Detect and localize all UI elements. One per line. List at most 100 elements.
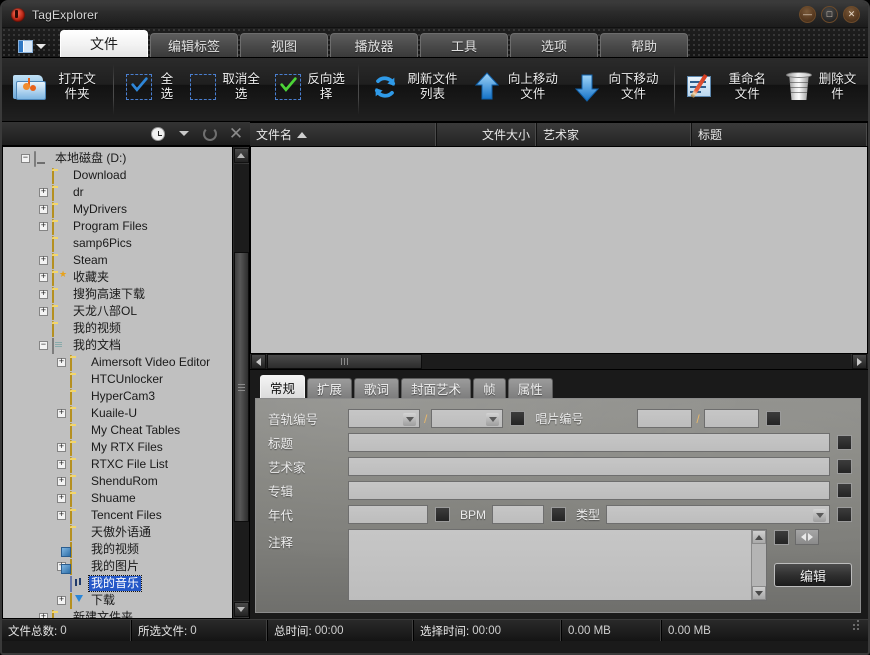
delete-file-button[interactable]: 删除文件 [779, 58, 864, 116]
artist-checkbox[interactable] [837, 459, 852, 474]
tree-expander-plus-icon[interactable]: + [39, 256, 48, 265]
tree-node[interactable]: 天傲外语通 [3, 524, 232, 541]
history-button[interactable] [148, 125, 168, 143]
edit-button[interactable]: 编辑 [774, 563, 852, 587]
hscroll-track[interactable] [267, 354, 851, 369]
tree-node[interactable]: + Tencent Files [3, 507, 232, 524]
title-checkbox[interactable] [837, 435, 852, 450]
tree-node[interactable]: 我的视频 [3, 541, 232, 558]
column-header-filename[interactable]: 文件名 [250, 123, 437, 146]
invert-selection-button[interactable]: 反向选择 [268, 58, 353, 116]
bpm-checkbox[interactable] [551, 507, 567, 522]
tree-node[interactable]: 我的视频 [3, 320, 232, 337]
close-button[interactable]: ✕ [843, 6, 860, 23]
hscroll-thumb[interactable] [267, 354, 422, 369]
move-file-down-button[interactable]: 向下移动文件 [568, 58, 669, 116]
tree-node[interactable]: HyperCam3 [3, 388, 232, 405]
tree-node[interactable]: HTCUnlocker [3, 371, 232, 388]
tree-expander-plus-icon[interactable]: + [57, 494, 66, 503]
comment-scroll-up[interactable] [752, 530, 766, 544]
scroll-thumb[interactable] [233, 252, 249, 522]
rename-file-button[interactable]: 重命名文件 [680, 58, 779, 116]
file-list-body[interactable] [250, 147, 868, 353]
scroll-down-button[interactable] [233, 602, 249, 617]
tab-help[interactable]: 帮助 [600, 33, 688, 57]
app-menu-button[interactable] [10, 35, 54, 57]
tree-expander-plus-icon[interactable]: + [57, 596, 66, 605]
tree-node[interactable]: My Cheat Tables [3, 422, 232, 439]
genre-checkbox[interactable] [837, 507, 852, 522]
tree-node[interactable]: samp6Pics [3, 235, 232, 252]
resize-grip-icon[interactable] [848, 628, 862, 633]
tree-expander-plus-icon[interactable]: + [39, 188, 48, 197]
tree-expander-plus-icon[interactable]: + [39, 290, 48, 299]
tree-expander-minus-icon[interactable]: − [39, 341, 48, 350]
chevron-down-icon[interactable] [486, 413, 500, 426]
scroll-track[interactable] [233, 164, 249, 601]
disc-number-checkbox[interactable] [765, 411, 781, 426]
tree-close-button[interactable]: ✕ [226, 125, 246, 143]
tree-expander-minus-icon[interactable]: − [21, 154, 30, 163]
tree-expander-plus-icon[interactable]: + [39, 307, 48, 316]
tab-view[interactable]: 视图 [240, 33, 328, 57]
tree-expander-plus-icon[interactable]: + [57, 477, 66, 486]
tree-node[interactable]: + Kuaile-U [3, 405, 232, 422]
deselect-all-button[interactable]: 取消全选 [183, 58, 268, 116]
chevron-down-icon[interactable] [403, 413, 416, 426]
tree-node[interactable]: + 天龙八部OL [3, 303, 232, 320]
tag-tab-lyrics[interactable]: 歌词 [354, 378, 400, 398]
bpm-input[interactable] [492, 505, 545, 524]
chevron-down-icon[interactable] [813, 509, 826, 522]
tag-tab-general[interactable]: 常规 [260, 375, 306, 398]
tree-expander-plus-icon[interactable]: + [57, 443, 66, 452]
tree-node[interactable]: Download [3, 167, 232, 184]
year-checkbox[interactable] [435, 507, 450, 522]
comment-scrollbar[interactable] [751, 530, 766, 600]
tab-tools[interactable]: 工具 [420, 33, 508, 57]
tab-edit-tags[interactable]: 编辑标签 [150, 33, 238, 57]
disc-total-input[interactable] [703, 409, 759, 428]
tree-expander-plus-icon[interactable]: + [39, 205, 48, 214]
genre-combo[interactable] [606, 505, 830, 524]
tree-expander-plus-icon[interactable]: + [57, 358, 66, 367]
open-folder-button[interactable]: 打开文件夹 [6, 58, 108, 116]
tag-tab-extended[interactable]: 扩展 [307, 378, 353, 398]
tree-expander-plus-icon[interactable]: + [39, 222, 48, 231]
file-list-horizontal-scrollbar[interactable] [250, 353, 868, 370]
tree-expander-plus-icon[interactable]: + [57, 460, 66, 469]
tree-node[interactable]: + My RTX Files [3, 439, 232, 456]
column-header-artist[interactable]: 艺术家 [537, 123, 692, 146]
tag-tab-cover-art[interactable]: 封面艺术 [401, 378, 472, 398]
folder-tree[interactable]: − 本地磁盘 (D:) Download + dr + MyDrivers + Program … [3, 147, 232, 618]
tree-node[interactable]: 我的音乐 [3, 575, 232, 592]
title-input[interactable] [348, 433, 830, 452]
tree-node[interactable]: + dr [3, 184, 232, 201]
tree-node[interactable]: + ShenduRom [3, 473, 232, 490]
album-checkbox[interactable] [837, 483, 852, 498]
refresh-file-list-button[interactable]: 刷新文件列表 [364, 58, 468, 116]
track-number-input[interactable] [348, 409, 420, 428]
history-dropdown-button[interactable] [174, 125, 194, 143]
comment-scroll-down[interactable] [752, 586, 766, 600]
comment-checkbox[interactable] [774, 529, 789, 545]
minimize-button[interactable]: — [799, 6, 816, 23]
prev-next-file-button[interactable] [795, 529, 819, 545]
tree-node[interactable]: − 本地磁盘 (D:) [3, 150, 232, 167]
tree-node[interactable]: + 搜狗高速下载 [3, 286, 232, 303]
album-input[interactable] [348, 481, 830, 500]
maximize-button[interactable]: □ [821, 6, 838, 23]
column-header-filesize[interactable]: 文件大小 [437, 123, 537, 146]
scroll-right-button[interactable] [852, 354, 867, 369]
tab-player[interactable]: 播放器 [330, 33, 418, 57]
tree-expander-plus-icon[interactable]: + [57, 511, 66, 520]
tree-node[interactable]: + 下载 [3, 592, 232, 609]
tree-node[interactable]: + 新建文件夹 [3, 609, 232, 618]
tree-node[interactable]: + Program Files [3, 218, 232, 235]
tree-vertical-scrollbar[interactable] [232, 147, 249, 618]
track-number-checkbox[interactable] [510, 411, 526, 426]
scroll-left-button[interactable] [251, 354, 266, 369]
tree-expander-plus-icon[interactable]: + [39, 613, 48, 618]
tab-options[interactable]: 选项 [510, 33, 598, 57]
tree-node[interactable]: − 我的文档 [3, 337, 232, 354]
tag-tab-properties[interactable]: 属性 [507, 378, 553, 398]
